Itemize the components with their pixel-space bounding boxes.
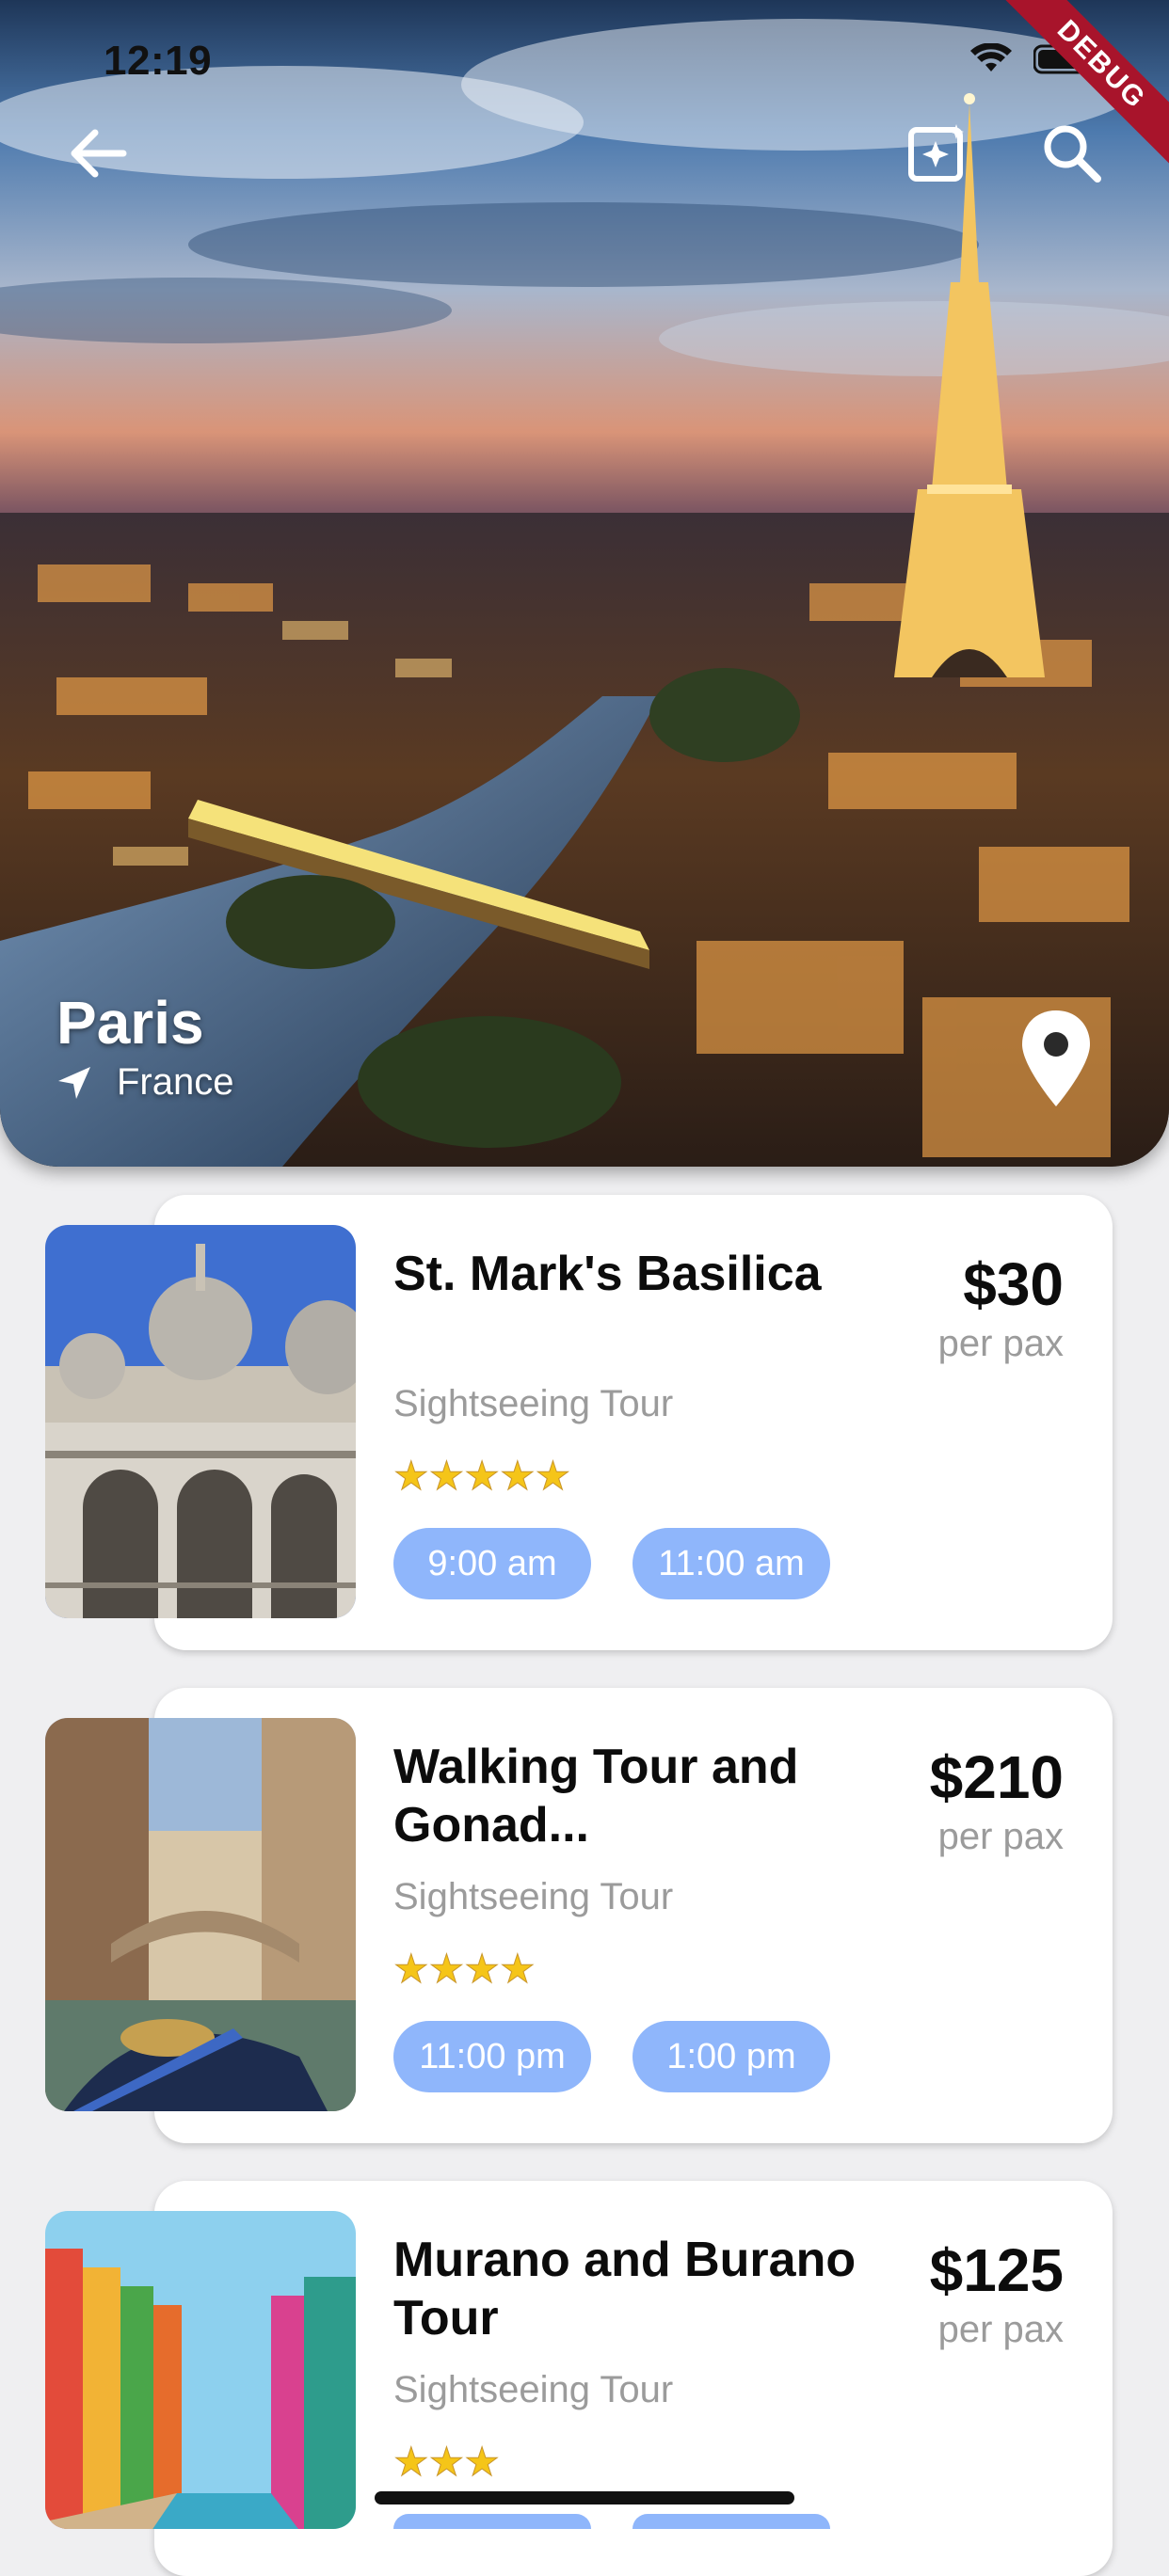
search-icon xyxy=(1044,125,1101,183)
rating-stars: ★★★ xyxy=(393,2440,501,2484)
time-slot-chip[interactable]: 11:00 am xyxy=(633,1528,830,1599)
time-slot-chip[interactable]: 11:00 pm xyxy=(393,2021,591,2092)
wifi-icon xyxy=(970,43,1012,72)
time-slot-chip[interactable] xyxy=(633,2514,830,2529)
activity-type: Sightseeing Tour xyxy=(393,2369,674,2410)
rating-stars: ★★★★ xyxy=(393,1947,536,1991)
activity-price: $210 xyxy=(929,1743,1064,1811)
activity-image-st-marks xyxy=(45,1225,356,1618)
activity-price: $30 xyxy=(963,1250,1064,1318)
home-indicator[interactable] xyxy=(375,2491,794,2504)
star-icons: ★★★★ xyxy=(393,1947,536,1991)
time-slot-chip[interactable]: 9:00 am xyxy=(393,1528,591,1599)
destination-hero: 12:19 DEBUG Paris France xyxy=(0,0,1169,1167)
map-pin-icon xyxy=(1022,1010,1090,1106)
star-icons: ★★★ xyxy=(393,2440,501,2484)
sparkle-icon xyxy=(908,124,964,182)
activity-image-walking-tour xyxy=(45,1718,356,2111)
activity-name: St. Mark's Basilica xyxy=(393,1247,822,1301)
map-pin-button[interactable] xyxy=(1018,1007,1094,1110)
location-arrow-icon xyxy=(58,1066,90,1099)
activity-name: Walking Tour and Gonad... xyxy=(393,1740,799,1852)
star-icons: ★★★★★ xyxy=(392,1454,571,1498)
back-button[interactable] xyxy=(55,111,139,196)
price-unit: per pax xyxy=(937,1816,1064,1857)
search-button[interactable] xyxy=(1030,111,1114,196)
activity-name: Murano and Burano Tour xyxy=(393,2233,857,2345)
time-slot-chip[interactable] xyxy=(393,2514,591,2529)
activity-price: $125 xyxy=(929,2236,1064,2304)
price-unit: per pax xyxy=(937,2309,1064,2350)
destination-city: Paris xyxy=(56,989,204,1057)
status-time: 12:19 xyxy=(104,38,213,84)
destination-country: France xyxy=(117,1061,234,1103)
activity-type: Sightseeing Tour xyxy=(393,1876,674,1917)
activity-type: Sightseeing Tour xyxy=(393,1383,674,1424)
rating-stars: ★★★★★ xyxy=(392,1454,571,1498)
destination-country-row: France xyxy=(56,1061,234,1104)
magic-button[interactable] xyxy=(896,111,981,196)
price-unit: per pax xyxy=(937,1323,1064,1364)
activity-image-murano-burano xyxy=(45,2211,356,2529)
time-slot-chip[interactable]: 1:00 pm xyxy=(633,2021,830,2092)
arrow-left-icon xyxy=(71,129,127,178)
